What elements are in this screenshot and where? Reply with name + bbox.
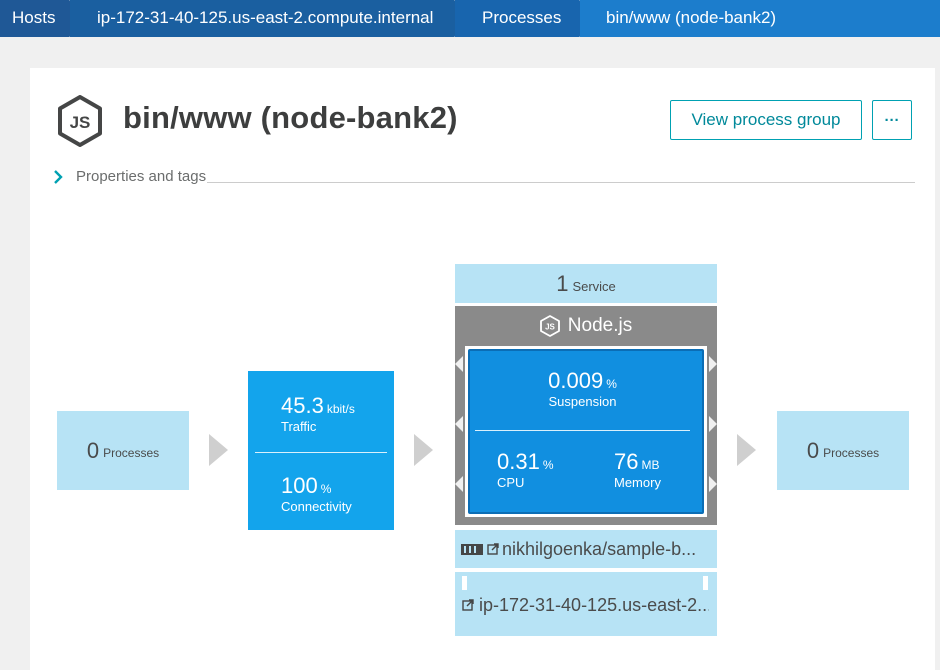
cpu-value: 0.31 [497, 449, 540, 474]
memory-value: 76 [614, 449, 639, 474]
external-link-icon [462, 599, 474, 611]
cpu-unit: % [542, 458, 554, 472]
services-count: 1 [556, 270, 569, 296]
process-frame: JS Node.js 0.009% Suspension 0.31% CPU 7… [455, 306, 717, 525]
cpu-label: CPU [497, 475, 525, 490]
traffic-label: Traffic [281, 419, 317, 434]
calling-processes-count: 0 [86, 437, 100, 463]
memory-unit: MB [641, 458, 660, 472]
divider [475, 430, 690, 431]
process-technology-label: Node.js [567, 315, 633, 336]
connectivity-unit: % [320, 482, 332, 496]
nodejs-icon: JS [539, 315, 560, 337]
chevron-right-icon [54, 169, 63, 184]
breadcrumb-current-label: bin/www (node-bank2) [606, 8, 777, 27]
traffic-unit: kbit/s [326, 402, 355, 416]
cpu-metric: 0.31% CPU [497, 449, 554, 490]
suspension-label: Suspension [548, 394, 617, 409]
called-processes-count: 0 [806, 437, 820, 463]
view-process-group-button[interactable]: View process group [670, 100, 862, 140]
container-icon [461, 543, 483, 555]
properties-label: Properties and tags [76, 168, 207, 185]
called-processes-unit: Processes [823, 445, 880, 460]
host-marker [462, 576, 467, 590]
connectivity-value: 100 [281, 473, 318, 498]
breadcrumb: Hosts ip-172-31-40-125.us-east-2.compute… [0, 0, 940, 37]
suspension-metric: 0.009% Suspension [470, 368, 695, 409]
breadcrumb-processes[interactable]: Processes [455, 0, 592, 37]
traffic-metric: 45.3 kbit/s Traffic [281, 393, 355, 434]
services-bar[interactable]: 1 Service [455, 264, 717, 303]
flow-arrow-icon [737, 434, 756, 466]
divider [207, 182, 915, 183]
breadcrumb-hosts[interactable]: Hosts [0, 0, 82, 37]
calling-processes-unit: Processes [103, 445, 160, 460]
svg-text:JS: JS [545, 323, 555, 332]
suspension-value: 0.009 [548, 368, 604, 393]
container-link[interactable]: nikhilgoenka/sample-b... [455, 530, 717, 568]
traffic-value: 45.3 [281, 393, 324, 418]
external-link-icon [487, 543, 499, 555]
breadcrumb-host[interactable]: ip-172-31-40-125.us-east-2.compute.inter… [70, 0, 467, 37]
process-card: JS bin/www (node-bank2) View process gro… [30, 68, 935, 670]
host-marker [703, 576, 708, 590]
flow-arrow-icon [414, 434, 433, 466]
breadcrumb-host-label: ip-172-31-40-125.us-east-2.compute.inter… [97, 8, 434, 27]
breadcrumb-hosts-label: Hosts [12, 8, 56, 27]
more-options-button[interactable]: ··· [872, 100, 912, 140]
breadcrumb-processes-label: Processes [482, 8, 562, 27]
container-name: nikhilgoenka/sample-b... [502, 538, 697, 559]
calling-processes-box[interactable]: 0 Processes [57, 411, 189, 490]
connectivity-metric: 100% Connectivity [281, 473, 352, 514]
services-unit: Service [572, 278, 616, 294]
page-title: bin/www (node-bank2) [123, 100, 458, 135]
flow-arrow-icon [209, 434, 228, 466]
suspension-unit: % [606, 377, 617, 391]
breadcrumb-current[interactable]: bin/www (node-bank2) [580, 0, 940, 37]
process-metrics-panel: 0.009% Suspension 0.31% CPU 76 MB Memory [468, 349, 704, 514]
host-name: ip-172-31-40-125.us-east-2... [479, 595, 709, 615]
connectivity-label: Connectivity [281, 499, 352, 514]
host-link[interactable]: ip-172-31-40-125.us-east-2... [455, 572, 717, 636]
svg-text:JS: JS [70, 113, 91, 132]
process-metrics[interactable]: 0.009% Suspension 0.31% CPU 76 MB Memory [465, 346, 707, 517]
nodejs-icon: JS [58, 95, 102, 147]
memory-label: Memory [614, 475, 661, 490]
divider [255, 452, 387, 453]
traffic-box[interactable]: 45.3 kbit/s Traffic 100% Connectivity [248, 371, 394, 530]
properties-and-tags-toggle[interactable]: Properties and tags [52, 168, 206, 185]
process-technology: JS Node.js [455, 306, 717, 346]
called-processes-box[interactable]: 0 Processes [777, 411, 909, 490]
memory-metric: 76 MB Memory [614, 449, 661, 490]
